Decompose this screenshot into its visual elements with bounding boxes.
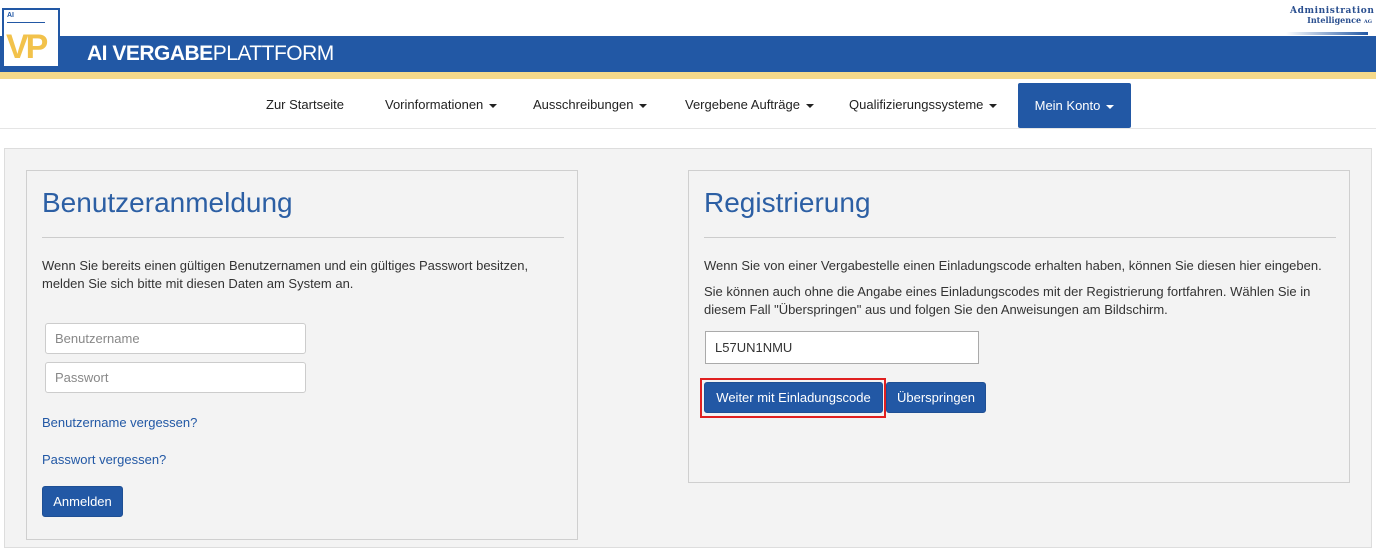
registration-skip-hint-line1: Sie können auch ohne die Angabe eines Ei… xyxy=(704,284,1311,299)
partner-logo-bar xyxy=(1286,32,1368,35)
caret-down-icon xyxy=(489,103,498,108)
nav-tenders-label: Ausschreibungen xyxy=(533,97,634,112)
login-button[interactable]: Anmelden xyxy=(42,486,123,517)
nav-prior-information[interactable]: Vorinformationen xyxy=(385,82,498,128)
password-input[interactable] xyxy=(45,362,306,393)
login-panel: Benutzeranmeldung Wenn Sie bereits einen… xyxy=(26,170,578,540)
caret-down-icon xyxy=(1106,104,1115,109)
login-description-line1: Wenn Sie bereits einen gültigen Benutzer… xyxy=(42,258,529,273)
caret-down-icon xyxy=(639,103,648,108)
logo-rule xyxy=(7,22,45,23)
nav-tenders[interactable]: Ausschreibungen xyxy=(533,82,648,128)
nav-my-account-label: Mein Konto xyxy=(1034,98,1101,113)
vp-logo[interactable]: AI VP xyxy=(2,8,60,68)
skip-button[interactable]: Überspringen xyxy=(886,382,986,413)
nav-awarded-contracts[interactable]: Vergebene Aufträge xyxy=(685,82,814,128)
login-title: Benutzeranmeldung xyxy=(42,187,293,218)
username-input[interactable] xyxy=(45,323,306,354)
login-description-line2: melden Sie sich bitte mit diesen Daten a… xyxy=(42,276,354,291)
login-description: Wenn Sie bereits einen gültigen Benutzer… xyxy=(42,257,528,293)
nav-prior-information-label: Vorinformationen xyxy=(385,97,484,112)
page-header: AI VP AI VERGABEPLATTFORM Administration… xyxy=(0,0,1376,82)
nav-qualification-systems[interactable]: Qualifizierungssysteme xyxy=(849,82,998,128)
nav-qualification-systems-label: Qualifizierungssysteme xyxy=(849,97,984,112)
nav-home[interactable]: Zur Startseite xyxy=(266,82,344,128)
forgot-username-link[interactable]: Benutzername vergessen? xyxy=(42,415,197,430)
partner-logo-line2: Intelligence AG xyxy=(1290,16,1372,27)
forgot-password-link[interactable]: Passwort vergessen? xyxy=(42,452,166,467)
logo-letters: VP xyxy=(6,28,48,66)
brand-title: AI VERGABEPLATTFORM xyxy=(87,42,334,66)
caret-down-icon xyxy=(989,103,998,108)
nav-home-label: Zur Startseite xyxy=(266,97,345,112)
nav-awarded-contracts-label: Vergebene Aufträge xyxy=(685,97,800,112)
nav-my-account[interactable]: Mein Konto xyxy=(1018,83,1131,128)
header-accent-stripe xyxy=(0,72,1376,79)
invitation-code-input[interactable] xyxy=(705,331,979,364)
registration-title: Registrierung xyxy=(704,187,871,218)
caret-down-icon xyxy=(805,103,814,108)
registration-description: Wenn Sie von einer Vergabestelle einen E… xyxy=(704,258,1322,273)
registration-divider xyxy=(704,237,1336,238)
registration-panel: Registrierung Wenn Sie von einer Vergabe… xyxy=(688,170,1350,483)
continue-button-highlight xyxy=(700,378,886,418)
login-divider xyxy=(42,237,564,238)
logo-small-text: AI xyxy=(7,12,14,19)
partner-logo[interactable]: Administration Intelligence AG xyxy=(1286,6,1374,36)
brand-title-light: PLATTFORM xyxy=(212,42,335,65)
partner-logo-name: Intelligence xyxy=(1307,15,1362,25)
registration-skip-hint: Sie können auch ohne die Angabe eines Ei… xyxy=(704,283,1310,319)
registration-skip-hint-line2: diesem Fall "Überspringen" aus und folge… xyxy=(704,302,1168,317)
partner-logo-suffix: AG xyxy=(1363,19,1372,25)
main-navigation: Zur Startseite Vorinformationen Ausschre… xyxy=(0,82,1376,129)
brand-title-bold: AI VERGABE xyxy=(87,42,213,65)
